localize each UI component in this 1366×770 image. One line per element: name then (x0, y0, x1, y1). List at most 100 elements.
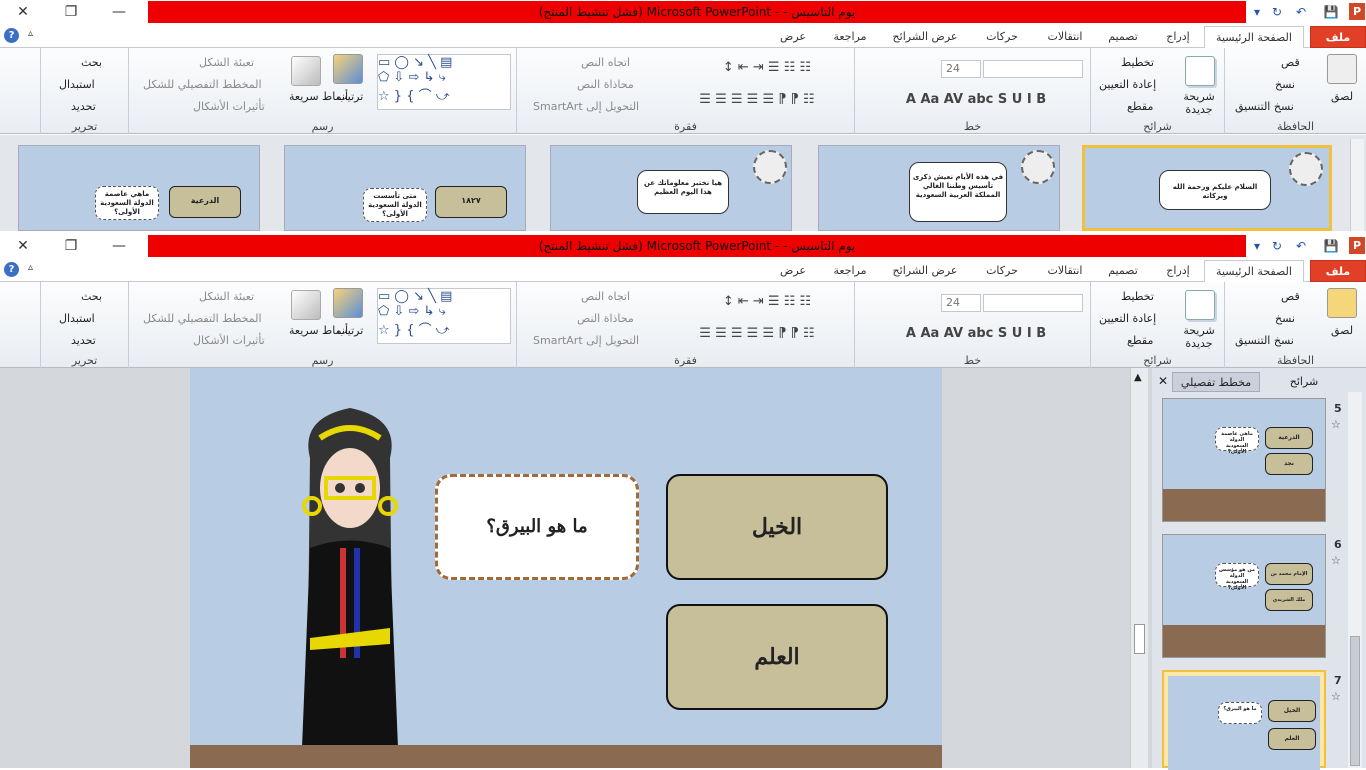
strip-scrollbar[interactable] (1350, 139, 1364, 231)
undo-icon[interactable]: ↶ (1292, 3, 1310, 21)
shape-outline-button[interactable]: المخطط التفصيلي للشكل (143, 78, 262, 91)
help-icon[interactable]: ? (4, 28, 19, 43)
font-name-box[interactable] (983, 60, 1083, 78)
panel-close-icon[interactable]: ✕ (1158, 374, 1168, 388)
convert-smartart-button[interactable]: التحويل إلى SmartArt (533, 334, 639, 347)
answer-box-2[interactable]: العلم (666, 604, 888, 710)
panel-slide-7[interactable]: ما هو البيرق؟ الخيل العلم (1162, 670, 1326, 770)
help-icon[interactable]: ? (4, 262, 19, 277)
tab-transitions[interactable]: انتقالات (1036, 260, 1094, 282)
tab-animations[interactable]: حركات (978, 26, 1026, 48)
tab-home[interactable]: الصفحة الرئيسية (1204, 26, 1304, 49)
tab-home[interactable]: الصفحة الرئيسية (1204, 260, 1304, 283)
list-icons[interactable]: ↕ ⇤ ⇥ ☰ ☷ ☷ (687, 60, 847, 75)
section-button[interactable]: مقطع (1127, 334, 1153, 347)
convert-smartart-button[interactable]: التحويل إلى SmartArt (533, 100, 639, 113)
cut-button[interactable]: قص (1281, 290, 1300, 303)
layout-button[interactable]: تخطيط (1121, 56, 1154, 69)
tab-review[interactable]: مراجعة (824, 260, 876, 282)
cut-button[interactable]: قص (1281, 56, 1300, 69)
answer-box-1[interactable]: الخيل (666, 474, 888, 580)
select-button[interactable]: تحديد (71, 100, 96, 113)
minimize-ribbon-icon[interactable]: ▵ (28, 28, 33, 39)
current-slide[interactable]: ما هو البيرق؟ الخيل العلم (190, 368, 942, 768)
quick-styles-icon[interactable] (291, 56, 321, 86)
editor-scrollbar[interactable]: ▲ (1130, 368, 1148, 768)
tab-insert[interactable]: إدراج (1156, 260, 1200, 282)
minimize-button[interactable]: — (104, 234, 134, 258)
minimize-ribbon-icon[interactable]: ▵ (28, 262, 33, 273)
align-text-button[interactable]: محاذاة النص (577, 78, 634, 91)
tab-slides[interactable]: شرائح (1264, 372, 1344, 392)
find-button[interactable]: بحث (81, 56, 102, 69)
thumb-slide-1[interactable]: السلام عليكم ورحمة الله وبركاته (1082, 145, 1332, 231)
paste-button[interactable]: لصق (1331, 324, 1353, 337)
reset-button[interactable]: إعادة التعيين (1099, 78, 1156, 91)
tab-slideshow[interactable]: عرض الشرائح (886, 26, 964, 48)
tab-file[interactable]: ملف (1310, 260, 1366, 282)
replace-button[interactable]: استبدال (59, 78, 95, 91)
format-painter-button[interactable]: نسخ التنسيق (1235, 334, 1294, 347)
shape-effects-button[interactable]: تأثيرات الأشكال (193, 334, 265, 347)
shape-fill-button[interactable]: تعبئة الشكل (199, 290, 254, 303)
tab-file[interactable]: ملف (1310, 26, 1366, 48)
scroll-thumb[interactable] (1134, 624, 1145, 654)
tab-transitions[interactable]: انتقالات (1036, 26, 1094, 48)
new-slide-button[interactable]: شريحة جديدة (1179, 90, 1219, 116)
tab-outline[interactable]: مخطط تفصيلي (1172, 372, 1260, 392)
format-painter-button[interactable]: نسخ التنسيق (1235, 100, 1294, 113)
font-size-box[interactable]: 24 (941, 294, 981, 312)
text-direction-button[interactable]: اتجاه النص (581, 56, 630, 69)
thumb-slide-2[interactable]: في هذه الأيام نعيش ذكرى تأسيس وطننا الغا… (818, 145, 1060, 231)
font-name-box[interactable] (983, 294, 1083, 312)
copy-button[interactable]: نسخ (1275, 312, 1295, 325)
save-icon[interactable]: 💾 (1322, 3, 1340, 21)
copy-button[interactable]: نسخ (1275, 78, 1295, 91)
list-icons[interactable]: ↕ ⇤ ⇥ ☰ ☷ ☷ (687, 294, 847, 309)
paste-button[interactable]: لصق (1331, 90, 1353, 103)
panel-scroll-thumb[interactable] (1350, 636, 1360, 766)
minimize-button[interactable]: — (104, 0, 134, 24)
shapes-gallery[interactable]: ▭ ◯ ↘ ╲ ▤ ⬠ ⇩ ⇨ ↳ ⤷ ☆ } { ⌒ ⤻ (377, 288, 511, 344)
thumb-slide-3[interactable]: هيا نختبر معلوماتك عن هذا اليوم العظيم (550, 145, 792, 231)
new-slide-icon[interactable] (1185, 56, 1215, 86)
select-button[interactable]: تحديد (71, 334, 96, 347)
layout-button[interactable]: تخطيط (1121, 290, 1154, 303)
tab-design[interactable]: تصميم (1098, 260, 1148, 282)
thumb-slide-5[interactable]: ماهي عاصمة الدولة السعودية الأولى؟ الدرع… (18, 145, 260, 231)
align-icons[interactable]: ☰ ☰ ☰ ☰ ☰ ⁋ ⁋ ☷ (667, 326, 847, 341)
redo-icon[interactable]: ↻ (1268, 3, 1286, 21)
close-button[interactable]: ✕ (8, 234, 38, 258)
tab-animations[interactable]: حركات (978, 260, 1026, 282)
thumb-slide-4[interactable]: متى تأسست الدولة السعودية الأولى؟ ١٨٢٧ (284, 145, 526, 231)
section-button[interactable]: مقطع (1127, 100, 1153, 113)
shapes-gallery[interactable]: ▭ ◯ ↘ ╲ ▤ ⬠ ⇩ ⇨ ↳ ⤷ ☆ } { ⌒ ⤻ (377, 54, 511, 110)
text-direction-button[interactable]: اتجاه النص (581, 290, 630, 303)
font-size-box[interactable]: 24 (941, 60, 981, 78)
restore-button[interactable]: ❐ (56, 234, 86, 258)
shape-effects-button[interactable]: تأثيرات الأشكال (193, 100, 265, 113)
paste-icon[interactable] (1327, 54, 1357, 84)
reset-button[interactable]: إعادة التعيين (1099, 312, 1156, 325)
qat-dropdown-icon[interactable]: ▾ (1248, 3, 1266, 21)
tab-view[interactable]: عرض (770, 26, 816, 48)
font-style-icons[interactable]: A Aa AV abc S U I B (869, 92, 1083, 107)
panel-slide-6[interactable]: من هو مؤسس الدولة السعودية الأولى؟ الإما… (1162, 534, 1326, 658)
undo-icon[interactable]: ↶ (1292, 237, 1310, 255)
close-button[interactable]: ✕ (8, 0, 38, 24)
new-slide-icon[interactable] (1185, 290, 1215, 320)
quick-styles-icon[interactable] (291, 290, 321, 320)
arrange-icon[interactable] (333, 288, 363, 318)
align-text-button[interactable]: محاذاة النص (577, 312, 634, 325)
scroll-up-icon[interactable]: ▲ (1134, 372, 1142, 383)
arrange-button[interactable]: ترتيب (337, 324, 363, 337)
qat-dropdown-icon[interactable]: ▾ (1248, 237, 1266, 255)
save-icon[interactable]: 💾 (1322, 237, 1340, 255)
shape-fill-button[interactable]: تعبئة الشكل (199, 56, 254, 69)
question-callout[interactable]: ما هو البيرق؟ (435, 474, 639, 580)
arrange-button[interactable]: ترتيب (337, 90, 363, 103)
find-button[interactable]: بحث (81, 290, 102, 303)
align-icons[interactable]: ☰ ☰ ☰ ☰ ☰ ⁋ ⁋ ☷ (667, 92, 847, 107)
font-style-icons[interactable]: A Aa AV abc S U I B (869, 326, 1083, 341)
panel-slide-5[interactable]: ماهي عاصمة الدولة السعودية الأولى؟ الدرع… (1162, 398, 1326, 522)
